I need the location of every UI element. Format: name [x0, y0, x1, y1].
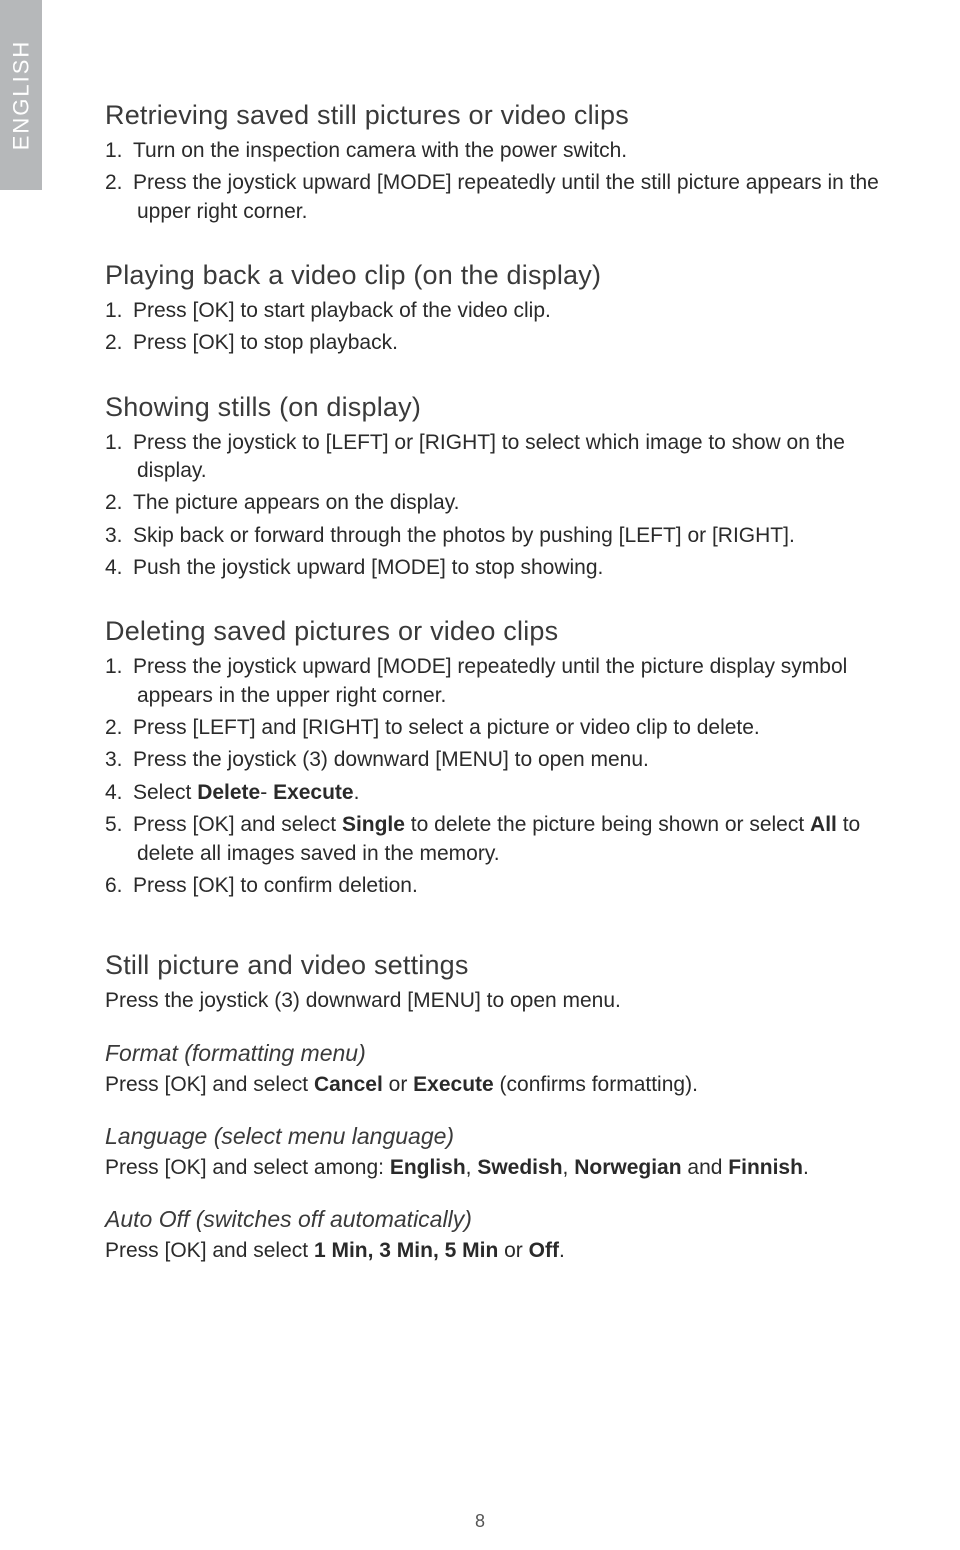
list-item: 2.Press the joystick upward [MODE] repea… — [105, 169, 900, 226]
list-item: 3.Press the joystick (3) downward [MENU]… — [105, 746, 900, 774]
list-playing-back: 1.Press [OK] to start playback of the vi… — [105, 297, 900, 358]
auto-off-text: Press [OK] and select 1 Min, 3 Min, 5 Mi… — [105, 1237, 900, 1265]
heading-showing-stills: Showing stills (on display) — [105, 392, 900, 423]
list-item: 2.Press [OK] to stop playback. — [105, 329, 900, 357]
settings-intro: Press the joystick (3) downward [MENU] t… — [105, 987, 900, 1015]
list-retrieving: 1.Turn on the inspection camera with the… — [105, 137, 900, 226]
heading-settings: Still picture and video settings — [105, 950, 900, 981]
format-text: Press [OK] and select Cancel or Execute … — [105, 1071, 900, 1099]
list-item: 1.Press the joystick to [LEFT] or [RIGHT… — [105, 429, 900, 486]
subheading-auto-off: Auto Off (switches off automatically) — [105, 1206, 900, 1233]
list-item: 5.Press [OK] and select Single to delete… — [105, 811, 900, 868]
subheading-language: Language (select menu language) — [105, 1123, 900, 1150]
heading-playing-back: Playing back a video clip (on the displa… — [105, 260, 900, 291]
list-showing-stills: 1.Press the joystick to [LEFT] or [RIGHT… — [105, 429, 900, 583]
language-tab-label: ENGLISH — [8, 40, 34, 151]
heading-deleting: Deleting saved pictures or video clips — [105, 616, 900, 647]
language-text: Press [OK] and select among: English, Sw… — [105, 1154, 900, 1182]
list-item: 1.Turn on the inspection camera with the… — [105, 137, 900, 165]
list-item: 2.The picture appears on the display. — [105, 489, 900, 517]
list-item: 1.Press [OK] to start playback of the vi… — [105, 297, 900, 325]
list-item: 4.Select Delete- Execute. — [105, 779, 900, 807]
list-item: 1.Press the joystick upward [MODE] repea… — [105, 653, 900, 710]
list-deleting: 1.Press the joystick upward [MODE] repea… — [105, 653, 900, 900]
heading-retrieving: Retrieving saved still pictures or video… — [105, 100, 900, 131]
list-item: 2.Press [LEFT] and [RIGHT] to select a p… — [105, 714, 900, 742]
page-number: 8 — [0, 1511, 960, 1532]
subheading-format: Format (formatting menu) — [105, 1040, 900, 1067]
document-page: ENGLISH Retrieving saved still pictures … — [0, 0, 960, 1550]
list-item: 4.Push the joystick upward [MODE] to sto… — [105, 554, 900, 582]
list-item: 3.Skip back or forward through the photo… — [105, 522, 900, 550]
list-item: 6.Press [OK] to confirm deletion. — [105, 872, 900, 900]
language-tab: ENGLISH — [0, 0, 42, 190]
